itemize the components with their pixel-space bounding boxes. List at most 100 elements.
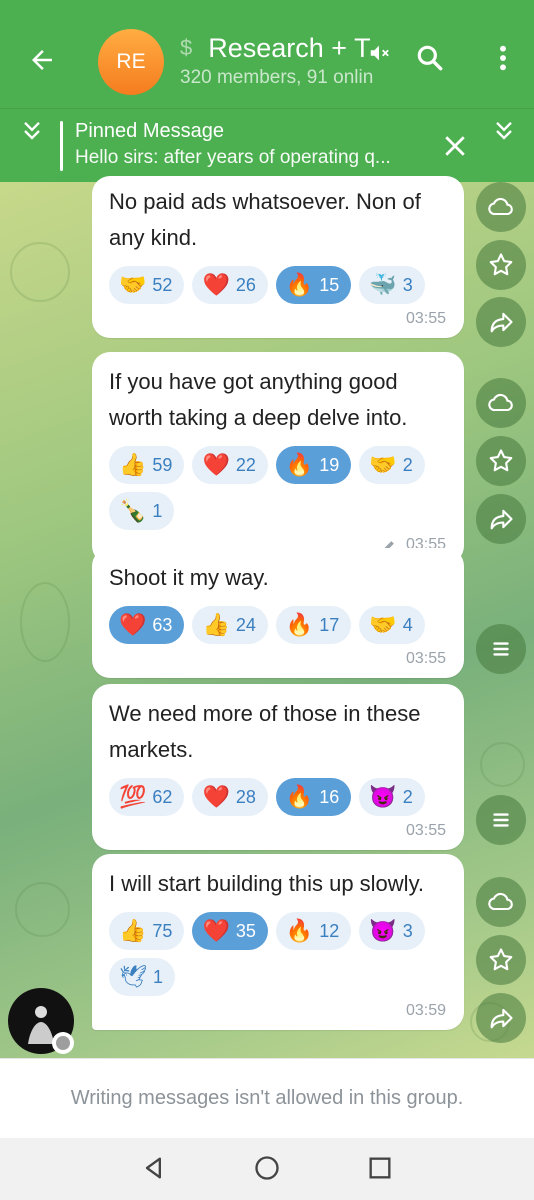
- save-to-cloud-button[interactable]: [476, 182, 526, 232]
- reaction-chip[interactable]: 🍾 1: [109, 492, 175, 530]
- heart-emoji-icon: ❤️: [202, 918, 230, 943]
- nav-recents-icon[interactable]: [366, 1154, 394, 1182]
- hundred-emoji-icon: 💯: [119, 784, 147, 809]
- cloud-icon: [488, 197, 513, 216]
- message-text: No paid ads whatsoever. Non of any kind.: [109, 189, 421, 250]
- devil-emoji-icon: 😈: [369, 784, 397, 809]
- reaction-count: 22: [235, 454, 256, 475]
- forward-icon: [490, 509, 513, 530]
- message-options-button[interactable]: [476, 795, 526, 845]
- reaction-chip[interactable]: 👍 75: [109, 912, 185, 950]
- reaction-chip[interactable]: ❤️ 63: [109, 606, 185, 644]
- background-doodle: [10, 242, 70, 302]
- forward-icon: [490, 312, 513, 333]
- reaction-count: 59: [152, 454, 173, 475]
- share-button[interactable]: [476, 297, 526, 347]
- message-bubble[interactable]: I will start building this up slowly. 👍 7…: [92, 854, 464, 1030]
- reaction-chip[interactable]: 🤝 2: [359, 446, 425, 484]
- nav-back-icon[interactable]: [140, 1154, 168, 1182]
- message-bubble[interactable]: If you have got anything good worth taki…: [92, 352, 464, 564]
- reaction-chip[interactable]: 🤝 52: [109, 266, 185, 304]
- reaction-chip[interactable]: 🔥 12: [275, 912, 352, 950]
- reaction-chip[interactable]: 🕊 1: [109, 958, 175, 996]
- heart-emoji-icon: ❤️: [202, 784, 230, 809]
- reaction-list: 🤝 52 ❤️ 26 🔥 15 🐳 3: [109, 266, 446, 304]
- back-button[interactable]: [20, 38, 64, 82]
- thumbs-up-emoji-icon: 👍: [202, 612, 230, 637]
- whale-emoji-icon: 🐳: [369, 272, 397, 297]
- heart-emoji-icon: ❤️: [202, 272, 230, 297]
- favorite-button[interactable]: [476, 436, 526, 486]
- reaction-chip[interactable]: ❤️ 26: [192, 266, 268, 304]
- message-text: I will start building this up slowly.: [109, 871, 425, 896]
- reaction-count: 62: [152, 786, 173, 807]
- double-chevron-down-icon[interactable]: [490, 117, 518, 145]
- favorite-button[interactable]: [476, 935, 526, 985]
- chat-title-area[interactable]: $ Research + T 320 members, 91 onlin: [180, 30, 390, 89]
- reaction-chip[interactable]: 🔥 15: [275, 266, 352, 304]
- reaction-chip[interactable]: ❤️ 35: [192, 912, 268, 950]
- reaction-chip[interactable]: ❤️ 28: [192, 778, 268, 816]
- star-icon: [489, 449, 513, 472]
- reaction-chip[interactable]: 🤝 4: [359, 606, 425, 644]
- reaction-chip[interactable]: 🐳 3: [359, 266, 425, 304]
- reaction-chip[interactable]: 👍 24: [192, 606, 268, 644]
- message-time-label: 03:59: [405, 1002, 446, 1019]
- reaction-chip[interactable]: 💯 62: [109, 778, 185, 816]
- reaction-count: 63: [152, 614, 173, 635]
- pinned-message-bar[interactable]: Pinned Message Hello sirs: after years o…: [0, 108, 534, 182]
- double-chevron-down-icon[interactable]: [18, 117, 46, 145]
- group-avatar[interactable]: RE: [98, 29, 164, 95]
- close-pinned-button[interactable]: [440, 131, 470, 166]
- heart-emoji-icon: ❤️: [119, 612, 147, 637]
- reaction-count: 2: [402, 786, 413, 807]
- background-doodle: [15, 882, 70, 937]
- cloud-icon: [488, 393, 513, 412]
- reaction-list: ❤️ 63 👍 24 🔥 17 🤝 4: [109, 606, 446, 644]
- save-to-cloud-button[interactable]: [476, 378, 526, 428]
- reaction-count: 1: [152, 966, 163, 987]
- message-bubble[interactable]: No paid ads whatsoever. Non of any kind.…: [92, 176, 464, 338]
- reaction-chip[interactable]: 🔥 17: [275, 606, 352, 644]
- message-time-label: 03:55: [405, 822, 446, 839]
- devil-emoji-icon: 😈: [369, 918, 397, 943]
- message-bubble[interactable]: Shoot it my way. ❤️ 63 👍 24 🔥 17 🤝 4 03:55: [92, 548, 464, 678]
- message-time: 03:55: [109, 650, 446, 668]
- nav-home-icon[interactable]: [253, 1154, 281, 1182]
- reaction-count: 15: [319, 274, 340, 295]
- background-doodle: [480, 742, 525, 787]
- message-text: Shoot it my way.: [109, 565, 269, 590]
- reaction-chip[interactable]: ❤️ 22: [192, 446, 268, 484]
- star-icon: [489, 948, 513, 971]
- pinned-text: Hello sirs: after years of operating q..…: [75, 147, 391, 168]
- muted-icon: [370, 45, 389, 61]
- reaction-count: 35: [235, 920, 256, 941]
- message-time: 03:59: [109, 1002, 446, 1020]
- chat-title: Research + T: [208, 33, 371, 63]
- pinned-title: Pinned Message: [75, 120, 224, 142]
- favorite-button[interactable]: [476, 240, 526, 290]
- share-button[interactable]: [476, 494, 526, 544]
- message-text: If you have got anything good worth taki…: [109, 369, 408, 430]
- search-button[interactable]: [414, 42, 446, 79]
- message-options-button[interactable]: [476, 624, 526, 674]
- reaction-chip[interactable]: 😈 3: [359, 912, 425, 950]
- reaction-chip[interactable]: 👍 59: [109, 446, 185, 484]
- thumbs-up-emoji-icon: 👍: [119, 918, 147, 943]
- save-to-cloud-button[interactable]: [476, 877, 526, 927]
- notice-text: Writing messages isn't allowed in this g…: [70, 1087, 464, 1109]
- fire-emoji-icon: 🔥: [285, 272, 314, 297]
- reaction-list: 👍 75 ❤️ 35 🔥 12 😈 3 🕊 1: [109, 912, 446, 996]
- handshake-emoji-icon: 🤝: [369, 612, 397, 637]
- title-prefix: $: [180, 35, 193, 60]
- reaction-chip[interactable]: 🔥 16: [275, 778, 352, 816]
- reaction-count: 17: [319, 614, 340, 635]
- share-button[interactable]: [476, 993, 526, 1043]
- more-menu-button[interactable]: [490, 42, 516, 79]
- message-bubble[interactable]: We need more of those in these markets. …: [92, 684, 464, 850]
- reaction-chip[interactable]: 🔥 19: [275, 446, 352, 484]
- more-vertical-icon: [500, 45, 506, 71]
- handshake-emoji-icon: 🤝: [119, 272, 147, 297]
- message-time: 03:55: [109, 310, 446, 328]
- reaction-chip[interactable]: 😈 2: [359, 778, 425, 816]
